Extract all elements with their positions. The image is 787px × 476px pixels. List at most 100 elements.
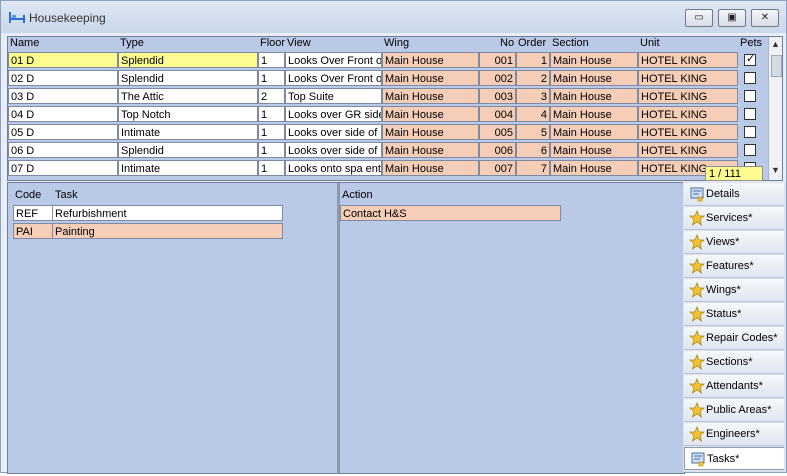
- scroll-thumb[interactable]: [771, 55, 782, 77]
- col-header-floor[interactable]: Floor: [260, 37, 285, 51]
- tab-public-areas[interactable]: Public Areas*: [684, 399, 784, 422]
- pets-checkbox[interactable]: [744, 90, 756, 102]
- grid-cell-type[interactable]: Top Notch: [118, 106, 258, 122]
- scroll-down-icon[interactable]: ▼: [771, 165, 780, 175]
- task-code-cell[interactable]: REF: [13, 205, 53, 221]
- grid-cell-order[interactable]: 4: [516, 106, 550, 122]
- tab-features[interactable]: Features*: [684, 255, 784, 278]
- grid-cell-view[interactable]: Looks over side of h: [285, 142, 382, 158]
- grid-cell-view[interactable]: Looks Over Front of: [285, 52, 382, 68]
- grid-cell-type[interactable]: Intimate: [118, 124, 258, 140]
- minimize-button[interactable]: ▭: [685, 9, 713, 27]
- grid-cell-view[interactable]: Looks over side of h: [285, 124, 382, 140]
- pets-checkbox[interactable]: [744, 126, 756, 138]
- grid-cell-unit[interactable]: HOTEL KING: [638, 52, 738, 68]
- grid-cell-order[interactable]: 3: [516, 88, 550, 104]
- grid-cell-order[interactable]: 6: [516, 142, 550, 158]
- tab-sections[interactable]: Sections*: [684, 351, 784, 374]
- grid-cell-floor[interactable]: 1: [258, 106, 285, 122]
- grid-cell-name[interactable]: 03 D: [8, 88, 118, 104]
- grid-cell-wing[interactable]: Main House: [382, 142, 479, 158]
- col-header-section[interactable]: Section: [552, 37, 589, 51]
- grid-vertical-scrollbar[interactable]: ▲ ▼: [768, 37, 782, 180]
- grid-cell-view[interactable]: Looks over GR side: [285, 106, 382, 122]
- grid-cell-no[interactable]: 002: [479, 70, 516, 86]
- task-code-cell[interactable]: PAI: [13, 223, 53, 239]
- grid-cell-order[interactable]: 1: [516, 52, 550, 68]
- pets-checkbox[interactable]: [744, 144, 756, 156]
- tab-tasks[interactable]: Tasks*: [684, 447, 784, 470]
- col-header-order[interactable]: Order: [518, 37, 546, 51]
- grid-cell-order[interactable]: 7: [516, 160, 550, 176]
- grid-cell-section[interactable]: Main House: [550, 142, 638, 158]
- grid-cell-section[interactable]: Main House: [550, 88, 638, 104]
- grid-cell-floor[interactable]: 1: [258, 70, 285, 86]
- grid-cell-type[interactable]: Splendid: [118, 52, 258, 68]
- action-cell[interactable]: Contact H&S: [340, 205, 561, 221]
- grid-cell-type[interactable]: Splendid: [118, 70, 258, 86]
- grid-cell-wing[interactable]: Main House: [382, 160, 479, 176]
- tab-views[interactable]: Views*: [684, 231, 784, 254]
- grid-cell-name[interactable]: 05 D: [8, 124, 118, 140]
- col-header-action[interactable]: Action: [342, 189, 373, 201]
- task-name-cell[interactable]: Painting: [52, 223, 283, 239]
- col-header-code[interactable]: Code: [15, 189, 41, 201]
- tab-wings[interactable]: Wings*: [684, 279, 784, 302]
- tab-repair-codes[interactable]: Repair Codes*: [684, 327, 784, 350]
- task-name-cell[interactable]: Refurbishment: [52, 205, 283, 221]
- grid-cell-floor[interactable]: 1: [258, 142, 285, 158]
- grid-cell-wing[interactable]: Main House: [382, 70, 479, 86]
- col-header-view[interactable]: View: [287, 37, 311, 51]
- col-header-no[interactable]: No: [500, 37, 514, 51]
- grid-cell-section[interactable]: Main House: [550, 124, 638, 140]
- grid-cell-section[interactable]: Main House: [550, 106, 638, 122]
- grid-cell-wing[interactable]: Main House: [382, 88, 479, 104]
- pets-checkbox[interactable]: ✓: [744, 53, 756, 66]
- grid-cell-type[interactable]: Intimate: [118, 160, 258, 176]
- grid-cell-unit[interactable]: HOTEL KING: [638, 142, 738, 158]
- grid-cell-floor[interactable]: 1: [258, 52, 285, 68]
- tab-attendants[interactable]: Attendants*: [684, 375, 784, 398]
- grid-cell-no[interactable]: 004: [479, 106, 516, 122]
- scroll-up-icon[interactable]: ▲: [771, 39, 780, 49]
- grid-cell-name[interactable]: 01 D: [8, 52, 118, 68]
- tab-services[interactable]: Services*: [684, 207, 784, 230]
- grid-cell-view[interactable]: Top Suite: [285, 88, 382, 104]
- col-header-pets[interactable]: Pets: [740, 37, 762, 51]
- grid-cell-no[interactable]: 007: [479, 160, 516, 176]
- grid-cell-order[interactable]: 5: [516, 124, 550, 140]
- grid-cell-type[interactable]: Splendid: [118, 142, 258, 158]
- grid-cell-unit[interactable]: HOTEL KING: [638, 70, 738, 86]
- grid-cell-name[interactable]: 06 D: [8, 142, 118, 158]
- tab-engineers[interactable]: Engineers*: [684, 423, 784, 446]
- col-header-wing[interactable]: Wing: [384, 37, 409, 51]
- grid-cell-no[interactable]: 001: [479, 52, 516, 68]
- grid-cell-order[interactable]: 2: [516, 70, 550, 86]
- grid-cell-view[interactable]: Looks onto spa entr: [285, 160, 382, 176]
- grid-cell-section[interactable]: Main House: [550, 70, 638, 86]
- grid-cell-no[interactable]: 003: [479, 88, 516, 104]
- col-header-task[interactable]: Task: [55, 189, 78, 201]
- col-header-unit[interactable]: Unit: [640, 37, 660, 51]
- grid-cell-unit[interactable]: HOTEL KING: [638, 106, 738, 122]
- grid-cell-type[interactable]: The Attic: [118, 88, 258, 104]
- grid-cell-floor[interactable]: 2: [258, 88, 285, 104]
- maximize-button[interactable]: ▣: [718, 9, 746, 27]
- grid-cell-wing[interactable]: Main House: [382, 52, 479, 68]
- grid-cell-view[interactable]: Looks Over Front of: [285, 70, 382, 86]
- grid-cell-name[interactable]: 04 D: [8, 106, 118, 122]
- pets-checkbox[interactable]: [744, 108, 756, 120]
- close-button[interactable]: ✕: [751, 9, 779, 27]
- grid-cell-no[interactable]: 006: [479, 142, 516, 158]
- grid-cell-wing[interactable]: Main House: [382, 106, 479, 122]
- col-header-name[interactable]: Name: [10, 37, 39, 51]
- grid-cell-unit[interactable]: HOTEL KING: [638, 124, 738, 140]
- panel-divider[interactable]: [337, 183, 340, 473]
- grid-cell-unit[interactable]: HOTEL KING: [638, 88, 738, 104]
- grid-cell-name[interactable]: 07 D: [8, 160, 118, 176]
- grid-cell-no[interactable]: 005: [479, 124, 516, 140]
- grid-cell-name[interactable]: 02 D: [8, 70, 118, 86]
- tab-status[interactable]: Status*: [684, 303, 784, 326]
- pets-checkbox[interactable]: [744, 72, 756, 84]
- col-header-type[interactable]: Type: [120, 37, 144, 51]
